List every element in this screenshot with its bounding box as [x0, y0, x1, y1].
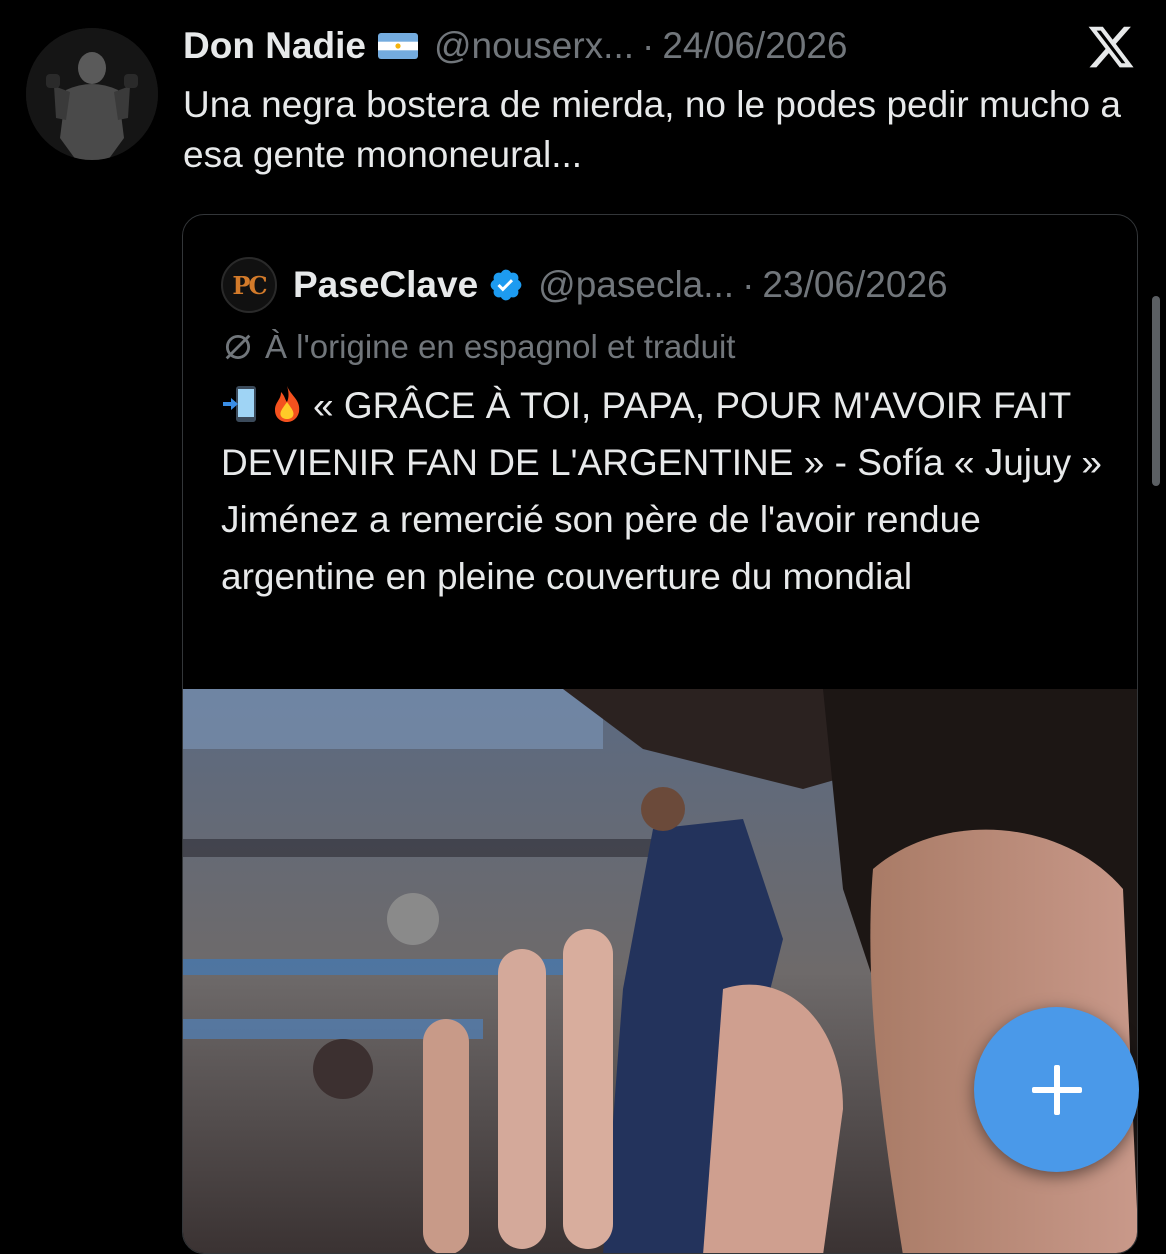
quoted-author-display-name[interactable]: PaseClave: [293, 264, 478, 306]
tweet-header: Don Nadie @nouserx... · 24/06/2026: [183, 22, 848, 70]
translation-notice[interactable]: À l'origine en espagnol et traduit: [221, 325, 735, 369]
verified-badge-icon: [488, 267, 524, 303]
tweet-date[interactable]: 24/06/2026: [662, 25, 847, 67]
quoted-header-separator: ·: [742, 264, 755, 305]
mobile-phone-arrow-emoji: [221, 384, 261, 424]
plus-icon: [1031, 1064, 1082, 1115]
video-thumbnail[interactable]: [183, 689, 1137, 1253]
author-display-name[interactable]: Don Nadie: [183, 25, 366, 67]
author-avatar[interactable]: [26, 28, 158, 160]
avatar-silhouette: [26, 28, 158, 160]
quoted-tweet-text: « GRÂCE À TOI, PAPA, POUR M'AVOIR FAIT D…: [221, 377, 1121, 605]
author-handle[interactable]: @nouserx...: [434, 25, 634, 67]
compose-fab-button[interactable]: [974, 1007, 1139, 1172]
quoted-author-avatar[interactable]: PC: [221, 257, 277, 313]
scrollbar-thumb[interactable]: [1152, 296, 1160, 486]
argentina-flag-icon: [377, 33, 418, 59]
quoted-tweet-date[interactable]: 23/06/2026: [762, 264, 947, 306]
x-logo-icon: [1085, 22, 1137, 72]
translation-label: À l'origine en espagnol et traduit: [265, 328, 736, 365]
fire-emoji: [267, 384, 307, 424]
translate-icon: [221, 330, 255, 364]
quoted-tweet-header: PC PaseClave @pasecla... · 23/06/2026: [221, 255, 948, 315]
quoted-author-handle[interactable]: @pasecla...: [538, 264, 734, 306]
header-separator: ·: [642, 25, 655, 66]
tweet-text: Una negra bostera de mierda, no le podes…: [183, 84, 1121, 175]
quoted-tweet-body: « GRÂCE À TOI, PAPA, POUR M'AVOIR FAIT D…: [221, 385, 1102, 597]
